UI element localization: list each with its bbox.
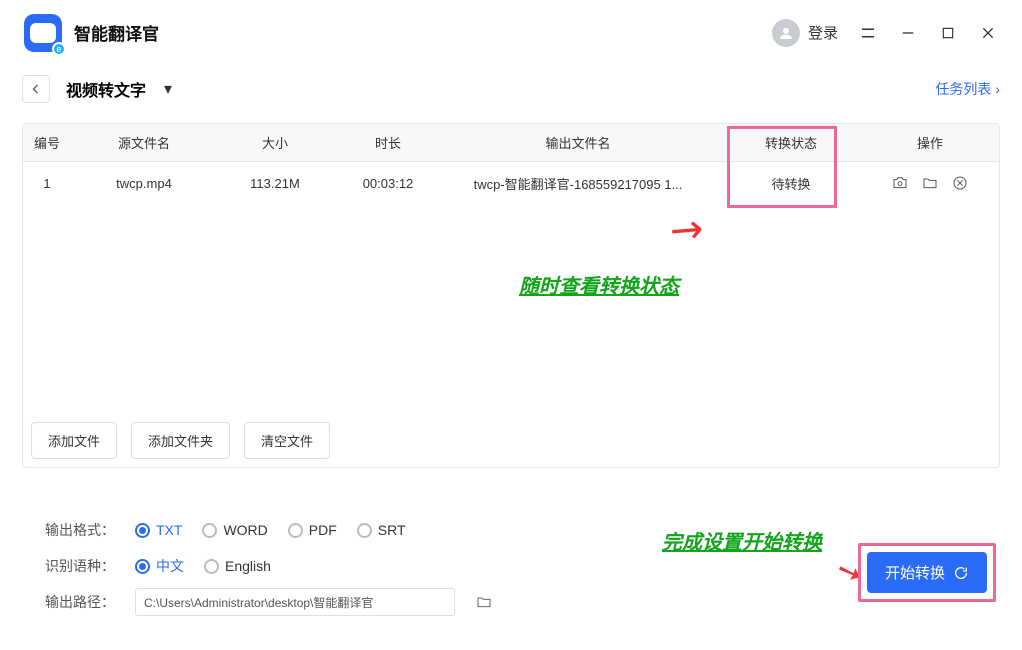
clear-button[interactable]: 清空文件	[244, 422, 330, 459]
radio-pdf[interactable]: PDF	[288, 522, 337, 538]
cell-duration: 00:03:12	[333, 176, 443, 191]
output-path-input[interactable]	[135, 588, 455, 616]
cell-output: twcp-智能翻译官-168559217095 1...	[443, 174, 713, 193]
col-size: 大小	[217, 133, 333, 152]
cell-size: 113.21M	[217, 176, 333, 191]
user-icon	[772, 19, 800, 47]
maximize-button[interactable]	[938, 23, 958, 43]
col-index: 编号	[23, 133, 71, 152]
cell-index: 1	[23, 176, 71, 191]
file-buttons: 添加文件 添加文件夹 清空文件	[31, 422, 330, 459]
table-header: 编号 源文件名 大小 时长 输出文件名 转换状态 操作	[23, 124, 999, 162]
col-actions: 操作	[869, 133, 991, 152]
annotation-text-1: 随时查看转换状态	[519, 270, 679, 299]
app-logo: e	[24, 14, 62, 52]
minimize-button[interactable]	[898, 23, 918, 43]
cell-source: twcp.mp4	[71, 176, 217, 191]
table-row[interactable]: 1 twcp.mp4 113.21M 00:03:12 twcp-智能翻译官-1…	[23, 162, 999, 204]
page-title: 视频转文字	[66, 77, 146, 101]
preview-icon[interactable]	[891, 174, 909, 192]
delete-icon[interactable]	[951, 174, 969, 192]
annotation-highlight-start: 开始转换	[858, 543, 996, 602]
title-bar: e 智能翻译官 登录	[0, 0, 1022, 65]
radio-word[interactable]: WORD	[202, 522, 267, 538]
output-format-row: 输出格式： TXT WORD PDF SRT	[45, 512, 992, 548]
col-status: 转换状态	[713, 133, 869, 152]
radio-zh[interactable]: 中文	[135, 556, 184, 576]
col-source: 源文件名	[71, 133, 217, 152]
language-label: 识别语种：	[45, 556, 115, 576]
close-button[interactable]	[978, 23, 998, 43]
start-convert-button[interactable]: 开始转换	[867, 552, 987, 593]
folder-icon[interactable]	[921, 174, 939, 192]
add-file-button[interactable]: 添加文件	[31, 422, 117, 459]
login-button[interactable]: 登录	[772, 19, 838, 47]
logo-badge: e	[52, 42, 66, 56]
output-format-label: 输出格式：	[45, 520, 115, 540]
col-output: 输出文件名	[443, 133, 713, 152]
browse-folder-icon[interactable]	[475, 593, 493, 611]
task-list-link[interactable]: 任务列表 ›	[935, 79, 1000, 99]
file-table: 编号 源文件名 大小 时长 输出文件名 转换状态 操作 1 twcp.mp4 1…	[22, 123, 1000, 468]
back-button[interactable]	[22, 75, 50, 103]
app-title: 智能翻译官	[74, 20, 159, 45]
chevron-down-icon[interactable]: ▾	[164, 79, 172, 99]
radio-srt[interactable]: SRT	[357, 522, 406, 538]
annotation-text-2: 完成设置开始转换	[662, 526, 822, 555]
main-content: 视频转文字 ▾ 任务列表 › 编号 源文件名 大小 时长 输出文件名 转换状态 …	[0, 65, 1022, 468]
radio-txt[interactable]: TXT	[135, 522, 182, 538]
cell-actions	[869, 174, 991, 192]
cell-status: 待转换	[713, 174, 869, 193]
radio-en[interactable]: English	[204, 558, 271, 574]
page-header: 视频转文字 ▾ 任务列表 ›	[22, 75, 1000, 103]
menu-icon[interactable]	[858, 23, 878, 43]
col-duration: 时长	[333, 133, 443, 152]
refresh-icon	[953, 565, 969, 581]
add-folder-button[interactable]: 添加文件夹	[131, 422, 230, 459]
output-path-label: 输出路径：	[45, 592, 115, 612]
window-controls	[858, 23, 998, 43]
chevron-right-icon: ›	[995, 81, 1000, 97]
